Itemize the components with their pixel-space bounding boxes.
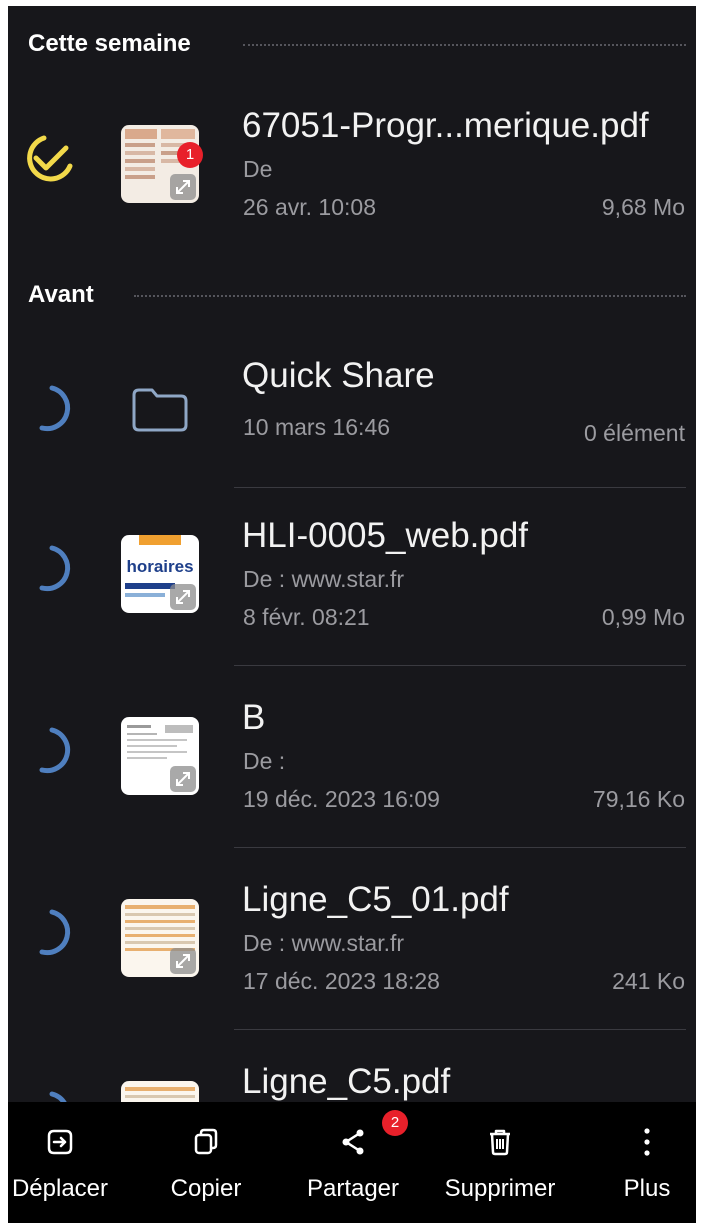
file-row-4[interactable]: Ligne_C5_01.pdf De : www.star.fr 17 déc.…	[8, 852, 696, 1030]
file-size: 79,16 Ko	[592, 786, 685, 812]
file-source: De	[243, 156, 273, 182]
share-button[interactable]: 2 Partager	[298, 1102, 408, 1223]
thumbnail-text: horaires	[126, 557, 194, 576]
pdf-thumbnail[interactable]: horaires	[121, 535, 199, 613]
file-size: 241 Ko	[612, 968, 685, 994]
more-label: Plus	[623, 1175, 671, 1202]
section-divider	[134, 295, 686, 297]
file-date: 19 déc. 2023 16:09	[243, 786, 440, 812]
folder-icon	[132, 388, 188, 432]
unselected-check-icon[interactable]	[22, 722, 78, 778]
unselected-check-icon[interactable]	[22, 904, 78, 960]
file-row-0[interactable]: 1 67051-Progr...merique.pdf De 26 avr. 1…	[8, 78, 696, 256]
unselected-check-icon[interactable]	[22, 540, 78, 596]
file-name: HLI-0005_web.pdf	[242, 516, 529, 555]
expand-icon[interactable]	[170, 948, 196, 974]
row-divider	[234, 847, 686, 848]
expand-icon[interactable]	[170, 174, 196, 200]
share-icon	[342, 1129, 364, 1155]
move-button[interactable]: Déplacer	[8, 1102, 112, 1223]
more-button[interactable]: Plus	[602, 1102, 692, 1223]
section-divider	[243, 44, 686, 46]
file-manager-screen: Cette semaine 1 67051-Progr...merique.pd…	[8, 6, 696, 1223]
row-divider	[234, 1029, 686, 1030]
expand-icon[interactable]	[170, 766, 196, 792]
copy-label: Copier	[170, 1175, 242, 1202]
delete-button[interactable]: Supprimer	[438, 1102, 562, 1223]
file-source: De : www.star.fr	[243, 566, 405, 592]
expand-icon[interactable]	[170, 584, 196, 610]
file-name: Ligne_C5_01.pdf	[242, 880, 509, 919]
file-size: 9,68 Mo	[601, 194, 685, 220]
selected-check-icon[interactable]	[22, 130, 78, 186]
file-row-2[interactable]: horaires HLI-0005_web.pdf De : www.star.…	[8, 488, 696, 666]
bottom-action-bar: Déplacer Copier 2 Partager Supprimer Plu…	[8, 1102, 696, 1223]
file-name: B	[242, 698, 266, 737]
thumbnail-header-band	[139, 535, 181, 545]
unselected-check-icon[interactable]	[22, 380, 78, 436]
thumbnail-bar	[125, 593, 165, 597]
copy-button[interactable]: Copier	[154, 1102, 258, 1223]
file-date: 26 avr. 10:08	[243, 194, 376, 220]
delete-label: Supprimer	[444, 1175, 556, 1202]
trash-icon	[490, 1129, 510, 1156]
notification-badge: 1	[177, 142, 203, 168]
section-title: Avant	[28, 281, 94, 308]
move-label: Déplacer	[11, 1175, 109, 1202]
row-divider	[234, 665, 686, 666]
file-size: 0 élément	[583, 420, 685, 446]
file-name: 67051-Progr...merique.pdf	[242, 106, 649, 145]
file-date: 8 févr. 08:21	[243, 604, 370, 630]
section-header-before: Avant	[8, 273, 696, 313]
file-name: Ligne_C5.pdf	[242, 1062, 451, 1101]
more-vert-icon	[644, 1128, 650, 1156]
file-row-3[interactable]: B De : 19 déc. 2023 16:09 79,16 Ko	[8, 670, 696, 848]
section-title: Cette semaine	[28, 30, 191, 57]
share-label: Partager	[306, 1175, 400, 1202]
copy-icon	[194, 1128, 218, 1155]
file-row-1[interactable]: Quick Share 10 mars 16:46 0 élément	[8, 328, 696, 506]
file-date: 10 mars 16:46	[243, 414, 391, 440]
move-icon	[47, 1129, 73, 1155]
thumbnail-bar	[125, 583, 175, 589]
notification-badge: 2	[382, 1110, 408, 1136]
section-header-this-week: Cette semaine	[8, 22, 696, 62]
file-source: De :	[243, 748, 286, 774]
file-date: 17 déc. 2023 18:28	[243, 968, 440, 994]
file-source: De : www.star.fr	[243, 930, 405, 956]
pdf-thumbnail[interactable]	[121, 717, 199, 795]
file-size: 0,99 Mo	[601, 604, 685, 630]
pdf-thumbnail[interactable]	[121, 899, 199, 977]
file-name: Quick Share	[242, 356, 435, 395]
